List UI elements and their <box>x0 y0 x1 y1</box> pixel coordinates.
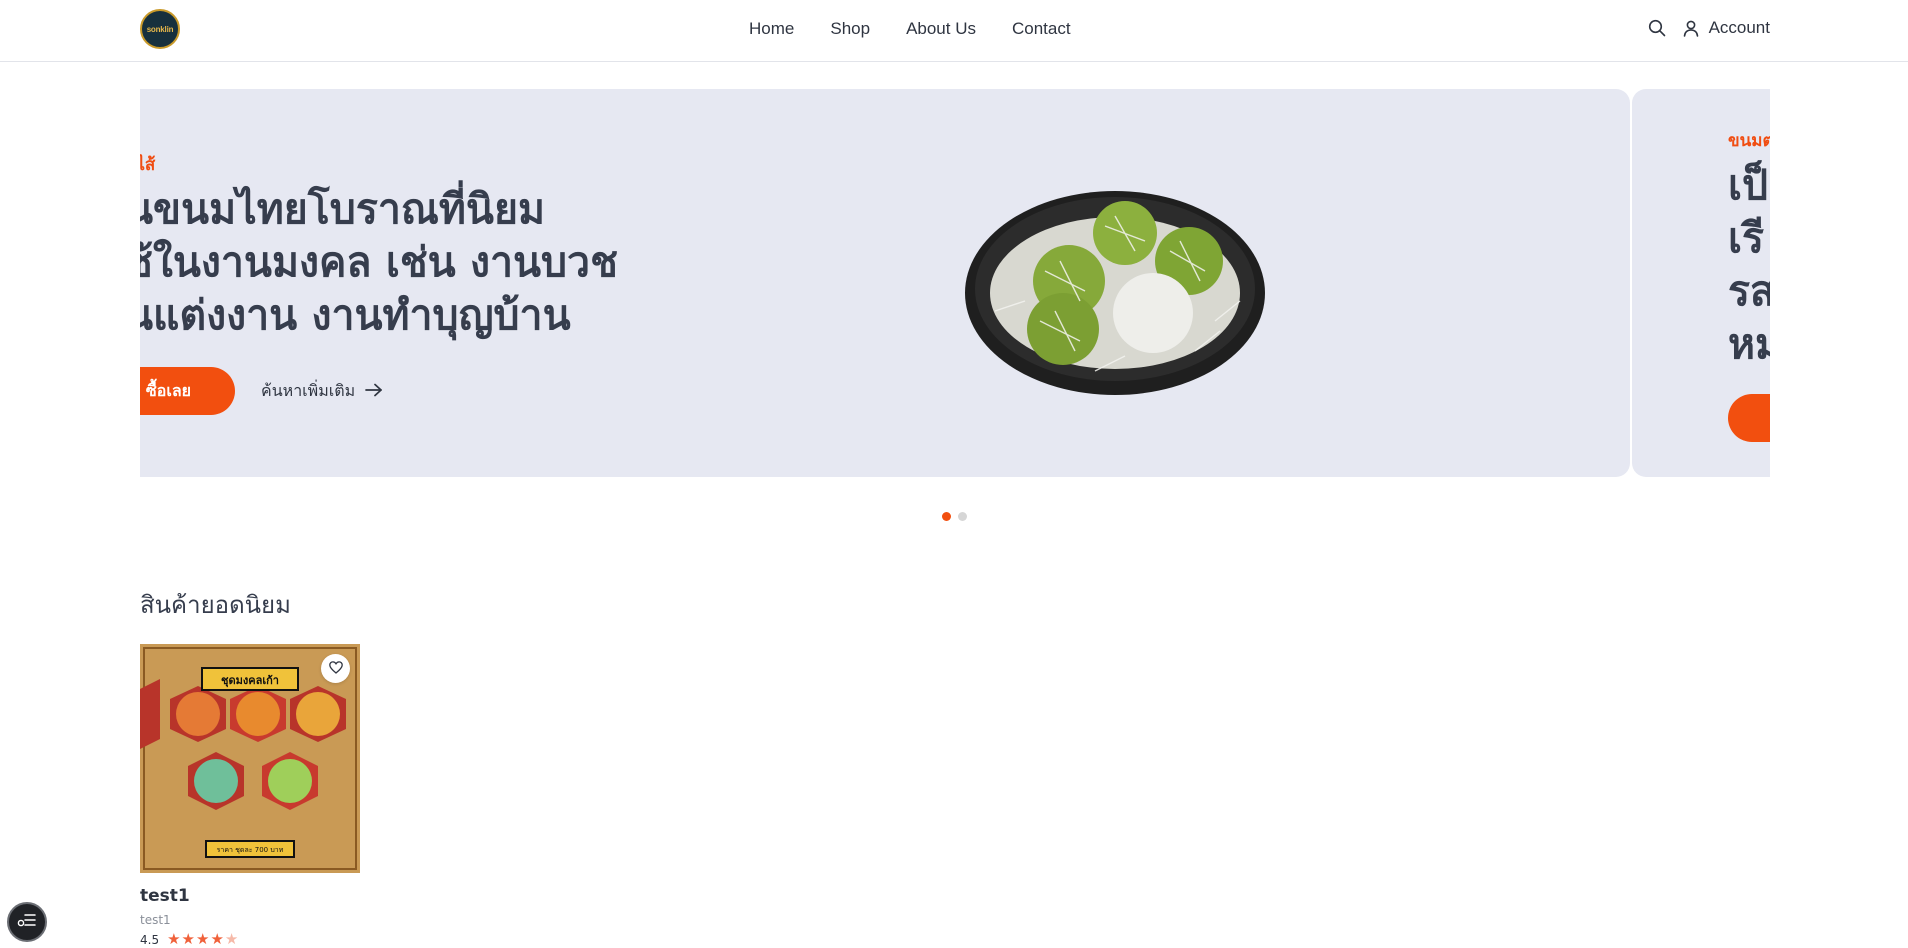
hero-eyebrow: สไส้ <box>140 155 156 175</box>
arrow-right-icon <box>365 382 383 401</box>
shop-now-button[interactable] <box>1728 394 1770 442</box>
section-title-popular: สินค้ายอดนิยม <box>140 591 291 619</box>
hero-carousel: สไส้ นขนมไทยโบราณที่นิยม ช้ในงานมงคล เช่… <box>140 89 1770 477</box>
product-image-price-banner: ราคา ชุดละ 700 บาท <box>217 846 284 854</box>
nav-shop[interactable]: Shop <box>830 19 870 39</box>
product-subtitle: test1 <box>140 913 171 927</box>
hero-title-line: หม <box>1728 320 1770 368</box>
carousel-dots <box>942 512 967 521</box>
hero-title-line: นแต่งงาน งานทำบุญบ้าน <box>140 291 571 339</box>
rating-value: 4.5 <box>140 932 160 947</box>
carousel-dot-1[interactable] <box>942 512 951 521</box>
hero-title-line: รส <box>1728 267 1770 315</box>
hero-title-line: เป็ <box>1728 161 1769 209</box>
product-rating: 4.5 ★ ★ ★ ★ ★ <box>140 932 238 947</box>
dessert-plate-image <box>965 191 1265 395</box>
brand-logo-text: sonklin <box>146 24 174 34</box>
nav-about-us[interactable]: About Us <box>906 19 976 39</box>
floating-menu-button[interactable] <box>7 902 47 942</box>
find-more-label: ค้นหาเพิ่มเติม <box>261 381 356 400</box>
hero-title-line: เรี <box>1728 214 1765 262</box>
account-link[interactable]: Account <box>1681 18 1770 38</box>
hero-slide-1: สไส้ นขนมไทยโบราณที่นิยม ช้ในงานมงคล เช่… <box>140 89 1630 477</box>
heart-icon <box>328 659 343 678</box>
account-label: Account <box>1708 18 1770 37</box>
hero-title-line: ช้ในงานมงคล เช่น งานบวช <box>140 238 618 286</box>
nav-home[interactable]: Home <box>749 19 794 39</box>
hero-title: นขนมไทยโบราณที่นิยม ช้ในงานมงคล เช่น งาน… <box>140 183 618 342</box>
header-actions: Account <box>1647 18 1770 38</box>
find-more-link[interactable]: ค้นหาเพิ่มเติม <box>261 379 383 404</box>
product-image-banner: ชุดมงคลเก้า <box>221 674 279 688</box>
hero-slide-2: ขนมต่ เป็ เรี รส หม <box>1632 89 1770 477</box>
star-icon: ★ <box>224 930 239 948</box>
favorite-button[interactable] <box>321 654 350 683</box>
brand-logo[interactable]: sonklin <box>140 9 180 49</box>
shop-now-button[interactable]: ซื้อเลย <box>140 367 235 415</box>
filter-list-icon <box>17 912 37 932</box>
product-name[interactable]: test1 <box>140 886 190 906</box>
nav-contact[interactable]: Contact <box>1012 19 1071 39</box>
hero-eyebrow: ขนมต่ <box>1728 131 1770 151</box>
main-nav: Home Shop About Us Contact <box>749 19 1071 39</box>
user-icon <box>1681 18 1701 38</box>
hero-title-line: นขนมไทยโบราณที่นิยม <box>140 185 546 233</box>
site-header: sonklin Home Shop About Us Contact Accou… <box>0 0 1908 62</box>
hero-title: เป็ เรี รส หม <box>1728 159 1770 371</box>
star-icon: ★ <box>196 930 210 948</box>
star-icon: ★ <box>167 930 181 948</box>
star-icon: ★ <box>181 930 195 948</box>
star-icon: ★ <box>210 930 224 948</box>
search-icon[interactable] <box>1647 18 1667 38</box>
rating-stars: ★ ★ ★ ★ ★ <box>167 932 238 947</box>
carousel-dot-2[interactable] <box>958 512 967 521</box>
